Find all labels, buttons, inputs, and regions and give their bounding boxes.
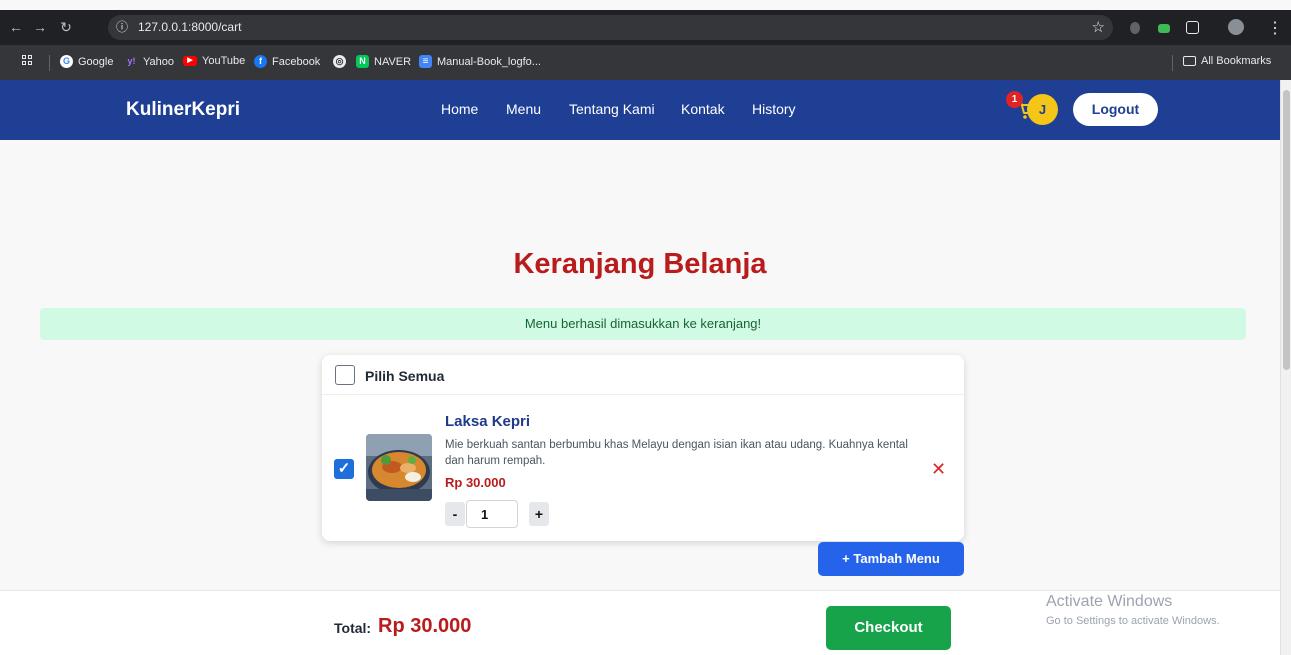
item-description: Mie berkuah santan berbumbu khas Melayu … <box>445 439 908 467</box>
total-label: Total: <box>334 620 372 636</box>
forward-icon[interactable]: → <box>30 17 50 37</box>
windows-activation-watermark: Activate Windows Go to Settings to activ… <box>1046 593 1220 627</box>
success-alert: Menu berhasil dimasukkan ke keranjang! <box>40 308 1246 340</box>
docs-icon: ≡ <box>419 55 432 68</box>
bookmark-globe[interactable]: ◎ <box>333 55 346 68</box>
brand-logo[interactable]: KulinerKepri <box>126 99 240 121</box>
page-title: Keranjang Belanja <box>513 248 767 280</box>
nav-link-history[interactable]: History <box>752 101 796 117</box>
bookmarks-separator <box>49 55 50 71</box>
laksa-image <box>366 434 432 501</box>
watermark-subtitle: Go to Settings to activate Windows. <box>1046 615 1220 627</box>
nav-link-kontak[interactable]: Kontak <box>681 101 725 117</box>
profile-avatar-icon[interactable] <box>1228 19 1244 35</box>
globe-icon: ◎ <box>333 55 346 68</box>
reload-icon[interactable]: ↻ <box>56 17 76 37</box>
bookmark-yahoo[interactable]: y! Yahoo <box>125 55 174 68</box>
item-price: Rp 30.000 <box>445 475 506 490</box>
user-avatar[interactable]: J <box>1027 94 1058 125</box>
google-icon: G <box>60 55 73 68</box>
apps-grid-icon[interactable] <box>22 55 32 65</box>
bookmark-facebook[interactable]: f Facebook <box>254 55 320 68</box>
checkout-button[interactable]: Checkout <box>826 606 951 650</box>
page-scrollbar[interactable] <box>1280 80 1291 655</box>
quantity-input[interactable] <box>466 500 518 528</box>
url-text: 127.0.0.1:8000/cart <box>138 20 242 34</box>
decrease-quantity-button[interactable]: - <box>445 502 465 526</box>
total-value: Rp 30.000 <box>378 615 472 637</box>
bookmark-star-icon[interactable]: ☆ <box>1092 18 1105 36</box>
browser-toolbar: ← → ↻ ⓘ 127.0.0.1:8000/cart ☆ ⋮ <box>0 10 1291 45</box>
folder-icon <box>1183 56 1196 66</box>
select-all-label: Pilih Semua <box>365 368 445 384</box>
site-info-icon[interactable]: ⓘ <box>114 19 130 35</box>
shield-extension-icon[interactable] <box>1130 22 1140 34</box>
bookmarks-separator <box>1172 55 1173 71</box>
increase-quantity-button[interactable]: + <box>529 502 549 526</box>
cart-count-badge: 1 <box>1006 91 1023 108</box>
nav-link-menu[interactable]: Menu <box>506 101 541 117</box>
nav-link-home[interactable]: Home <box>441 101 478 117</box>
nav-link-tentang-kami[interactable]: Tentang Kami <box>569 101 655 117</box>
facebook-icon: f <box>254 55 267 68</box>
bookmark-manual-book[interactable]: ≡ Manual-Book_logfo... <box>419 55 541 68</box>
bookmarks-bar: G Google y! Yahoo ▶ YouTube f Facebook ◎… <box>0 45 1291 80</box>
green-extension-icon[interactable] <box>1158 24 1170 33</box>
yahoo-icon: y! <box>127 56 136 66</box>
add-menu-button[interactable]: + Tambah Menu <box>818 542 964 576</box>
select-all-checkbox[interactable] <box>335 365 355 385</box>
cart-card: Pilih Semua ✓ Laksa Kepri Mie berkuah sa… <box>322 355 964 541</box>
naver-icon: N <box>356 55 369 68</box>
youtube-icon: ▶ <box>183 56 197 66</box>
item-checkbox[interactable]: ✓ <box>334 459 354 479</box>
more-menu-icon[interactable]: ⋮ <box>1267 18 1283 38</box>
bookmark-naver[interactable]: N NAVER <box>356 55 411 68</box>
address-bar[interactable]: ⓘ 127.0.0.1:8000/cart ☆ <box>108 15 1113 40</box>
remove-item-icon[interactable]: ✕ <box>931 459 946 480</box>
watermark-title: Activate Windows <box>1046 593 1173 610</box>
back-icon[interactable]: ← <box>6 17 26 37</box>
bookmark-google[interactable]: G Google <box>60 55 113 68</box>
logout-button[interactable]: Logout <box>1073 93 1158 126</box>
extensions-puzzle-icon[interactable] <box>1186 21 1199 34</box>
screen: ← → ↻ ⓘ 127.0.0.1:8000/cart ☆ ⋮ G Google… <box>0 0 1291 655</box>
all-bookmarks[interactable]: All Bookmarks <box>1183 55 1271 67</box>
scrollbar-thumb[interactable] <box>1283 90 1290 370</box>
item-name[interactable]: Laksa Kepri <box>445 413 530 430</box>
bookmark-youtube[interactable]: ▶ YouTube <box>183 55 245 67</box>
select-all-row: Pilih Semua <box>322 355 964 395</box>
